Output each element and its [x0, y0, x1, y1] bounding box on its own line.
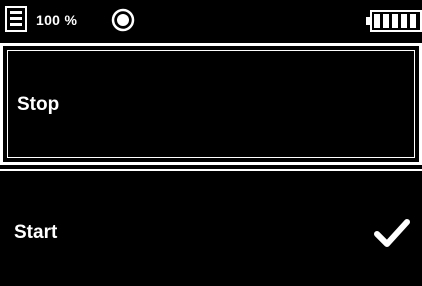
- record-indicator-icon: [111, 8, 135, 32]
- menu-item-start[interactable]: Start: [0, 169, 422, 286]
- storage-level-text: 100 %: [36, 12, 78, 28]
- menu-item-stop-label: Stop: [17, 94, 60, 115]
- battery-full-icon: [366, 10, 422, 32]
- status-bar: 100 %: [0, 0, 422, 40]
- menu-item-stop[interactable]: Stop: [0, 43, 422, 165]
- menu-item-start-label: Start: [14, 222, 58, 243]
- checkmark-icon: [374, 219, 410, 247]
- focus-highlight: [7, 50, 415, 158]
- sd-card-icon: [5, 6, 27, 32]
